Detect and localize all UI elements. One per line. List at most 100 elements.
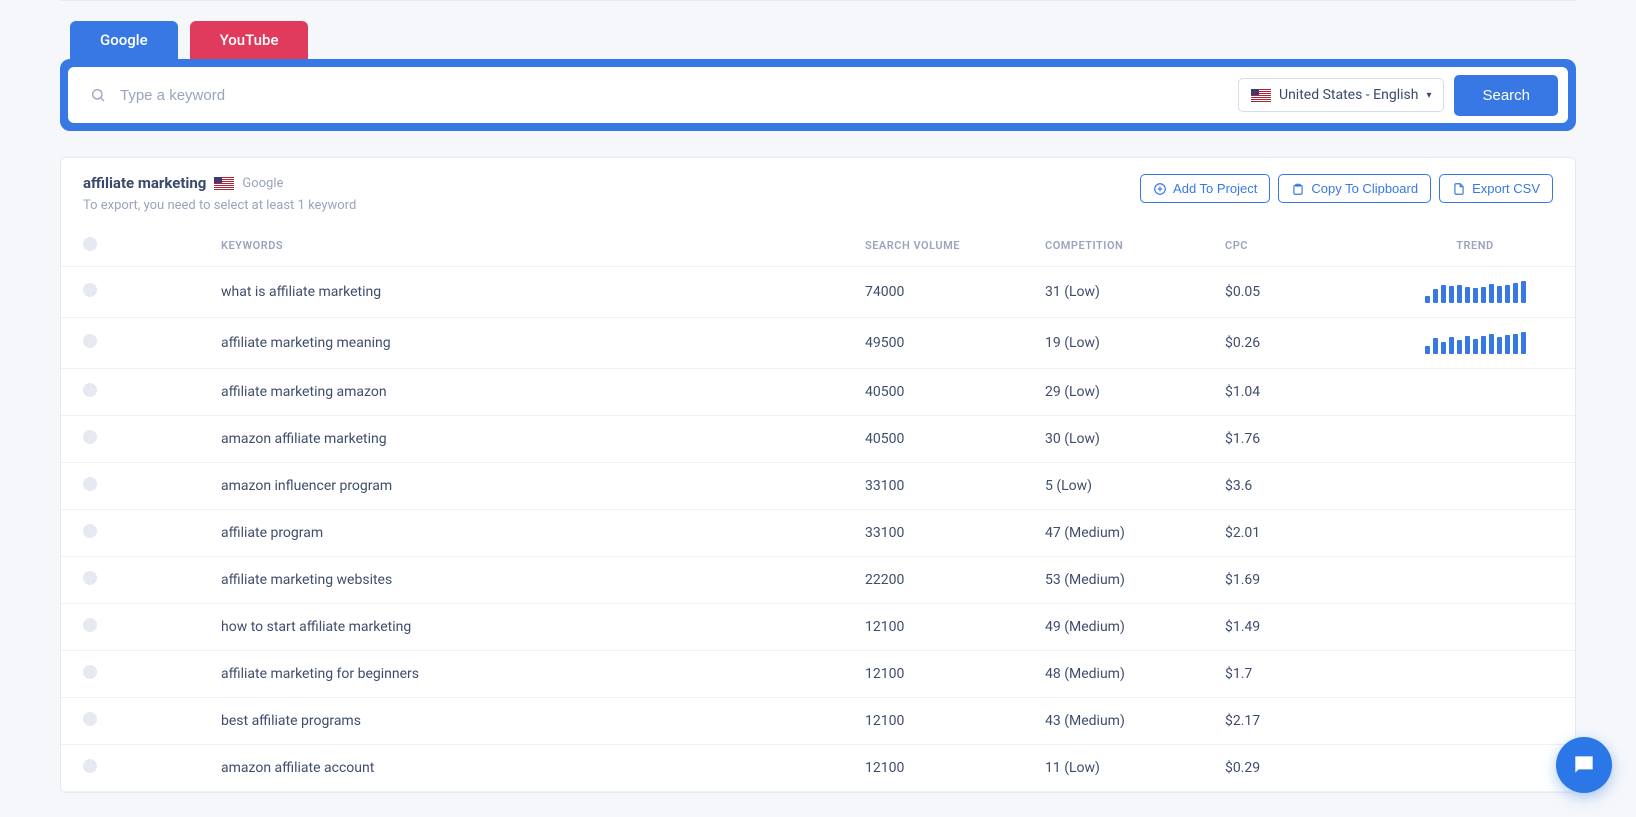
- cell-competition: 29 (Low): [1035, 369, 1215, 416]
- cell-keyword[interactable]: best affiliate programs: [121, 698, 855, 745]
- cell-volume: 12100: [855, 651, 1035, 698]
- row-checkbox[interactable]: [83, 759, 97, 773]
- chevron-down-icon: ▾: [1426, 90, 1431, 101]
- col-competition[interactable]: Competition: [1035, 225, 1215, 267]
- col-keywords[interactable]: Keywords: [121, 225, 855, 267]
- row-checkbox[interactable]: [83, 430, 97, 444]
- table-row: what is affiliate marketing7400031 (Low)…: [61, 267, 1575, 318]
- clipboard-icon: [1291, 182, 1305, 196]
- cell-competition: 53 (Medium): [1035, 557, 1215, 604]
- cell-cpc: $0.26: [1215, 318, 1375, 369]
- table-row: amazon influencer program331005 (Low)$3.…: [61, 463, 1575, 510]
- cell-volume: 40500: [855, 416, 1035, 463]
- row-checkbox[interactable]: [83, 283, 97, 297]
- cell-cpc: $1.7: [1215, 651, 1375, 698]
- cell-cpc: $3.6: [1215, 463, 1375, 510]
- cell-keyword[interactable]: amazon affiliate marketing: [121, 416, 855, 463]
- add-to-project-button[interactable]: Add To Project: [1140, 174, 1270, 203]
- cell-competition: 19 (Low): [1035, 318, 1215, 369]
- row-checkbox[interactable]: [83, 571, 97, 585]
- cell-cpc: $1.76: [1215, 416, 1375, 463]
- select-all-checkbox[interactable]: [83, 237, 97, 251]
- results-query: affiliate marketing: [83, 174, 206, 192]
- chat-button[interactable]: [1556, 737, 1612, 793]
- tab-youtube[interactable]: YouTube: [190, 21, 309, 59]
- cell-trend: [1375, 604, 1575, 651]
- table-row: affiliate marketing for beginners1210048…: [61, 651, 1575, 698]
- source-tabs: Google YouTube: [70, 21, 1576, 59]
- cell-cpc: $1.04: [1215, 369, 1375, 416]
- table-row: affiliate marketing meaning4950019 (Low)…: [61, 318, 1575, 369]
- table-row: best affiliate programs1210043 (Medium)$…: [61, 698, 1575, 745]
- cell-cpc: $2.17: [1215, 698, 1375, 745]
- cell-competition: 48 (Medium): [1035, 651, 1215, 698]
- us-flag-icon: [1251, 89, 1271, 102]
- cell-competition: 11 (Low): [1035, 745, 1215, 792]
- cell-volume: 12100: [855, 604, 1035, 651]
- search-icon: [90, 87, 106, 103]
- cell-trend: [1375, 557, 1575, 604]
- row-checkbox[interactable]: [83, 665, 97, 679]
- table-row: affiliate marketing websites2220053 (Med…: [61, 557, 1575, 604]
- search-button[interactable]: Search: [1454, 75, 1558, 116]
- cell-trend: [1375, 369, 1575, 416]
- cell-volume: 12100: [855, 698, 1035, 745]
- trend-sparkline: [1385, 332, 1565, 354]
- cell-trend: [1375, 463, 1575, 510]
- locale-select[interactable]: United States - English ▾: [1238, 78, 1444, 112]
- cell-volume: 40500: [855, 369, 1035, 416]
- cell-volume: 49500: [855, 318, 1035, 369]
- keyword-input[interactable]: [120, 87, 1238, 104]
- copy-to-clipboard-button[interactable]: Copy To Clipboard: [1278, 174, 1431, 203]
- cell-competition: 30 (Low): [1035, 416, 1215, 463]
- table-row: how to start affiliate marketing1210049 …: [61, 604, 1575, 651]
- cell-keyword[interactable]: affiliate marketing meaning: [121, 318, 855, 369]
- cell-competition: 49 (Medium): [1035, 604, 1215, 651]
- cell-keyword[interactable]: what is affiliate marketing: [121, 267, 855, 318]
- cell-keyword[interactable]: amazon affiliate account: [121, 745, 855, 792]
- cell-keyword[interactable]: affiliate program: [121, 510, 855, 557]
- col-cpc[interactable]: CPC: [1215, 225, 1375, 267]
- row-checkbox[interactable]: [83, 334, 97, 348]
- chat-icon: [1571, 752, 1597, 778]
- results-panel: affiliate marketing Google To export, yo…: [60, 157, 1576, 793]
- cell-trend: [1375, 698, 1575, 745]
- results-source: Google: [242, 176, 283, 191]
- cell-volume: 12100: [855, 745, 1035, 792]
- cell-trend: [1375, 318, 1575, 369]
- cell-keyword[interactable]: affiliate marketing websites: [121, 557, 855, 604]
- locale-label: United States - English: [1279, 87, 1418, 103]
- cell-cpc: $0.05: [1215, 267, 1375, 318]
- cell-competition: 43 (Medium): [1035, 698, 1215, 745]
- cell-trend: [1375, 416, 1575, 463]
- cell-trend: [1375, 510, 1575, 557]
- row-checkbox[interactable]: [83, 383, 97, 397]
- row-checkbox[interactable]: [83, 524, 97, 538]
- cell-cpc: $1.69: [1215, 557, 1375, 604]
- cell-cpc: $1.49: [1215, 604, 1375, 651]
- export-note: To export, you need to select at least 1…: [83, 198, 356, 213]
- col-volume[interactable]: Search Volume: [855, 225, 1035, 267]
- row-checkbox[interactable]: [83, 618, 97, 632]
- cell-trend: [1375, 651, 1575, 698]
- us-flag-icon: [214, 177, 234, 190]
- cell-volume: 33100: [855, 463, 1035, 510]
- row-checkbox[interactable]: [83, 477, 97, 491]
- search-bar: United States - English ▾ Search: [60, 59, 1576, 131]
- cell-trend: [1375, 267, 1575, 318]
- cell-keyword[interactable]: affiliate marketing for beginners: [121, 651, 855, 698]
- table-row: affiliate marketing amazon4050029 (Low)$…: [61, 369, 1575, 416]
- cell-keyword[interactable]: how to start affiliate marketing: [121, 604, 855, 651]
- row-checkbox[interactable]: [83, 712, 97, 726]
- cell-competition: 5 (Low): [1035, 463, 1215, 510]
- cell-cpc: $0.29: [1215, 745, 1375, 792]
- plus-circle-icon: [1153, 182, 1167, 196]
- cell-keyword[interactable]: amazon influencer program: [121, 463, 855, 510]
- keywords-table: Keywords Search Volume Competition CPC T…: [61, 225, 1575, 792]
- tab-google[interactable]: Google: [70, 21, 178, 59]
- cell-keyword[interactable]: affiliate marketing amazon: [121, 369, 855, 416]
- cell-volume: 33100: [855, 510, 1035, 557]
- cell-competition: 31 (Low): [1035, 267, 1215, 318]
- export-csv-button[interactable]: Export CSV: [1439, 174, 1553, 203]
- col-trend[interactable]: Trend: [1375, 225, 1575, 267]
